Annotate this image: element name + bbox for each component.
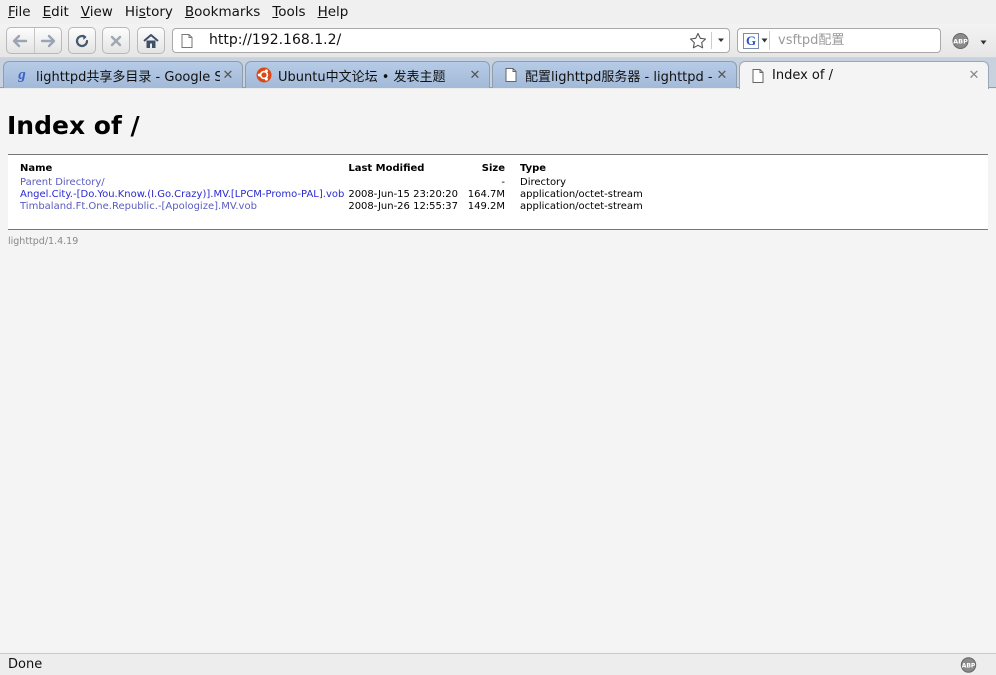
tab-index-of[interactable]: Index of / ✕ xyxy=(739,61,989,89)
tab-google-search[interactable]: g lighttpd共享多目录 - Google S... ✕ xyxy=(3,61,243,88)
adblock-icon[interactable]: ABP xyxy=(951,33,970,49)
reload-icon xyxy=(75,34,89,47)
row-type: application/octet-stream xyxy=(520,201,643,212)
close-icon[interactable]: ✕ xyxy=(966,68,982,83)
row-modified: 2008-Jun-15 23:20:20 xyxy=(348,189,458,200)
table-row: Parent Directory/ - Directory xyxy=(18,177,645,189)
tab-title: lighttpd共享多目录 - Google S... xyxy=(36,69,220,85)
stop-icon xyxy=(110,35,122,46)
address-text: http://192.168.1.2/ xyxy=(209,32,342,48)
table-header: Name Last Modified Size Type xyxy=(18,163,645,177)
status-text: Done xyxy=(8,657,43,672)
parent-directory-link[interactable]: Parent Directory/ xyxy=(20,177,105,188)
google-icon: g xyxy=(18,66,26,83)
tab-title: Index of / xyxy=(772,68,833,83)
page-content: Index of / Name Last Modified Size Type … xyxy=(0,89,996,653)
menu-help[interactable]: Help xyxy=(312,0,355,24)
tab-ubuntu-forum[interactable]: Ubuntu中文论坛 • 发表主题 ✕ xyxy=(245,61,490,88)
page-title: Index of / xyxy=(7,111,140,140)
close-icon[interactable]: ✕ xyxy=(714,68,730,83)
menu-view[interactable]: View xyxy=(75,0,119,24)
address-bar[interactable]: http://192.168.1.2/ xyxy=(172,28,730,53)
row-type: application/octet-stream xyxy=(520,189,643,200)
home-icon xyxy=(143,33,159,48)
column-last-modified: Last Modified xyxy=(348,163,425,174)
close-icon[interactable]: ✕ xyxy=(467,68,483,83)
chevron-down-icon[interactable] xyxy=(717,37,725,43)
menu-bar: File Edit View History Bookmarks Tools H… xyxy=(0,0,996,24)
status-bar: Done ABP xyxy=(0,653,996,675)
svg-text:ABP: ABP xyxy=(962,662,976,669)
row-type: Directory xyxy=(520,177,567,188)
google-icon: G xyxy=(743,32,759,49)
table-row: Angel.City.-[Do.You.Know.(I.Go.Crazy)].M… xyxy=(18,189,645,201)
tab-title: Ubuntu中文论坛 • 发表主题 xyxy=(278,69,446,85)
forward-button[interactable] xyxy=(33,28,61,53)
search-engine-selector[interactable]: G xyxy=(740,31,770,50)
tab-strip: g lighttpd共享多目录 - Google S... ✕ Ubuntu中文… xyxy=(0,58,996,89)
svg-text:ABP: ABP xyxy=(953,38,968,46)
reload-button[interactable] xyxy=(68,27,96,54)
menu-file[interactable]: File xyxy=(2,0,37,24)
menu-bookmarks[interactable]: Bookmarks xyxy=(179,0,266,24)
row-size: - xyxy=(501,177,505,188)
file-link[interactable]: Timbaland.Ft.One.Republic.-[Apologize].M… xyxy=(20,201,257,212)
column-type: Type xyxy=(520,163,547,174)
row-size: 164.7M xyxy=(467,189,505,200)
file-table: Name Last Modified Size Type Parent Dire… xyxy=(18,163,645,213)
address-divider xyxy=(711,32,712,49)
menu-history[interactable]: History xyxy=(119,0,179,24)
file-link[interactable]: Angel.City.-[Do.You.Know.(I.Go.Crazy)].M… xyxy=(20,189,344,200)
star-icon[interactable] xyxy=(689,32,707,50)
adblock-icon[interactable]: ABP xyxy=(960,657,977,673)
stop-button[interactable] xyxy=(102,27,130,54)
row-size: 149.2M xyxy=(467,201,505,212)
ubuntu-icon xyxy=(256,67,272,83)
menu-tools[interactable]: Tools xyxy=(266,0,311,24)
arrow-left-icon xyxy=(13,34,28,47)
tab-lighttpd-config[interactable]: 配置lighttpd服务器 - lighttpd - ... ✕ xyxy=(492,61,737,88)
server-signature: lighttpd/1.4.19 xyxy=(8,236,79,247)
navigation-toolbar: http://192.168.1.2/ G vsftpd配置 ABP xyxy=(0,24,996,58)
row-modified xyxy=(346,177,460,189)
home-button[interactable] xyxy=(137,27,165,54)
page-icon xyxy=(181,34,193,48)
arrow-right-icon xyxy=(40,34,56,47)
page-icon xyxy=(503,67,519,83)
row-modified: 2008-Jun-26 12:55:37 xyxy=(348,201,458,212)
page-icon xyxy=(750,68,766,84)
search-input: vsftpd配置 xyxy=(778,33,845,48)
column-size: Size xyxy=(481,163,505,174)
close-icon[interactable]: ✕ xyxy=(220,68,236,83)
back-forward-group xyxy=(6,27,62,54)
search-bar[interactable]: G vsftpd配置 xyxy=(737,28,941,53)
chevron-down-icon[interactable] xyxy=(980,40,987,45)
tab-title: 配置lighttpd服务器 - lighttpd - ... xyxy=(525,69,714,85)
directory-listing: Name Last Modified Size Type Parent Dire… xyxy=(8,154,988,230)
menu-edit[interactable]: Edit xyxy=(37,0,75,24)
chevron-down-icon xyxy=(761,38,768,43)
column-name: Name xyxy=(20,163,53,174)
table-row: Timbaland.Ft.One.Republic.-[Apologize].M… xyxy=(18,201,645,213)
back-button[interactable] xyxy=(7,28,34,53)
